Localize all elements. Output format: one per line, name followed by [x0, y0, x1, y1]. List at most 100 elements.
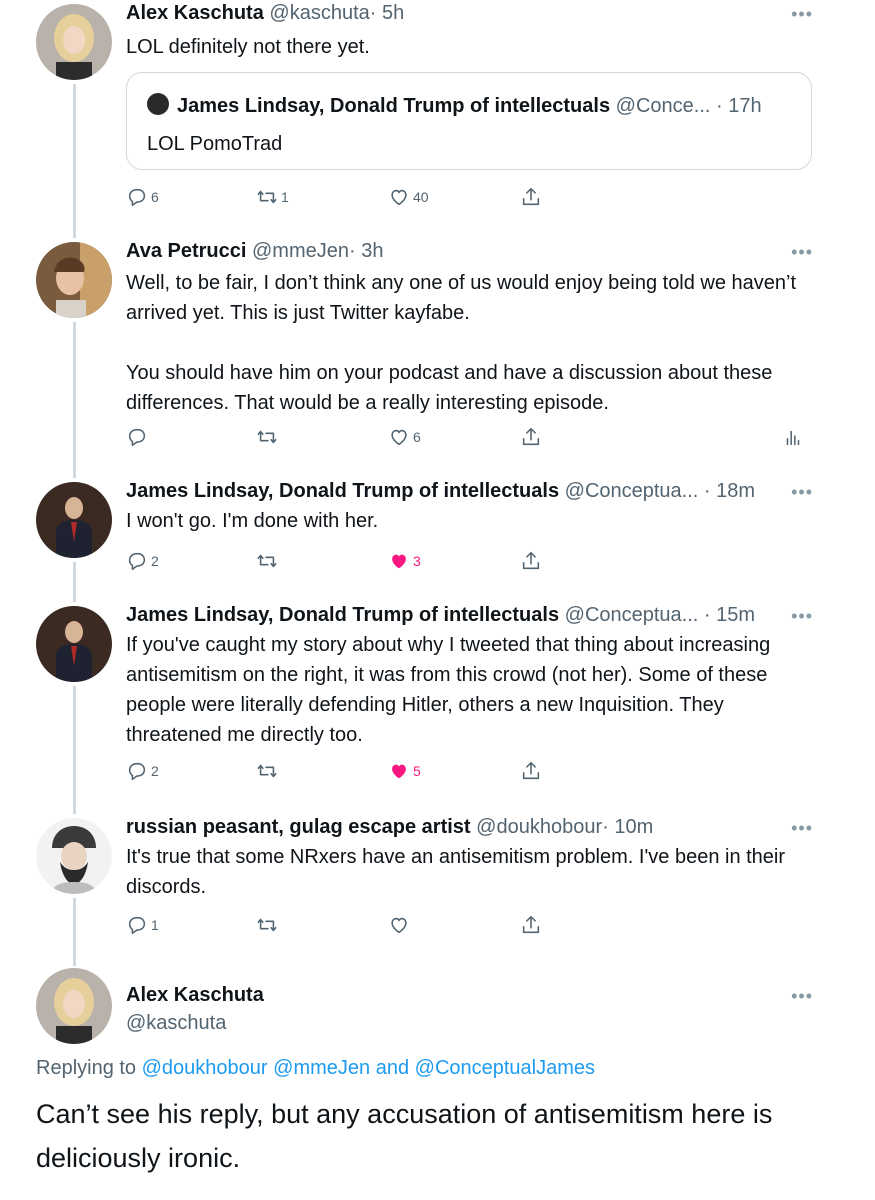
like-count: 3: [413, 553, 421, 569]
replying-label: Replying to: [36, 1057, 137, 1079]
share-button[interactable]: [520, 550, 542, 572]
retweet-button[interactable]: [256, 550, 281, 572]
reply-count: 1: [151, 917, 159, 933]
timestamp[interactable]: · 5h: [370, 2, 404, 24]
reply-icon: [126, 760, 148, 782]
main-tweet-text: Can’t see his reply, but any accusation …: [36, 1099, 773, 1173]
author-name[interactable]: Alex Kaschuta: [126, 984, 264, 1006]
heart-icon: [388, 550, 410, 572]
tweet[interactable]: russian peasant, gulag escape artist @do…: [0, 814, 875, 954]
like-button[interactable]: 3: [388, 550, 421, 572]
timestamp[interactable]: · 15m: [704, 604, 755, 626]
tweet[interactable]: James Lindsay, Donald Trump of intellect…: [0, 602, 875, 802]
retweet-icon: [256, 550, 278, 572]
more-icon[interactable]: •••: [791, 242, 813, 263]
reply-button[interactable]: [126, 426, 151, 448]
heart-icon: [388, 760, 410, 782]
author-handle[interactable]: @kaschuta: [126, 1010, 815, 1036]
reply-count: 6: [151, 189, 159, 205]
tweet[interactable]: Ava Petrucci @mmeJen· 3h Well, to be fai…: [0, 238, 875, 468]
author-name[interactable]: Alex Kaschuta: [126, 2, 264, 24]
analytics-button[interactable]: [782, 426, 804, 448]
avatar: [147, 93, 169, 115]
like-count: 6: [413, 429, 421, 445]
quoted-tweet[interactable]: James Lindsay, Donald Trump of intellect…: [126, 72, 812, 170]
timestamp[interactable]: · 3h: [349, 240, 383, 262]
like-count: 5: [413, 763, 421, 779]
author-name[interactable]: James Lindsay, Donald Trump of intellect…: [126, 480, 559, 502]
mention-and: and: [375, 1057, 410, 1079]
like-button[interactable]: 6: [388, 426, 421, 448]
retweet-button[interactable]: [256, 426, 281, 448]
author-handle[interactable]: @doukhobour: [476, 816, 602, 838]
reply-icon: [126, 426, 148, 448]
share-button[interactable]: [520, 914, 542, 936]
like-button[interactable]: [388, 914, 413, 936]
tweet[interactable]: James Lindsay, Donald Trump of intellect…: [0, 478, 875, 588]
share-icon: [520, 426, 542, 448]
more-icon[interactable]: •••: [791, 606, 813, 627]
tweet-text: If you've caught my story about why I tw…: [126, 634, 771, 746]
retweet-button[interactable]: [256, 760, 281, 782]
heart-icon: [388, 186, 410, 208]
author-handle[interactable]: @kaschuta: [269, 2, 369, 24]
heart-icon: [388, 426, 410, 448]
avatar[interactable]: [36, 482, 112, 558]
more-icon[interactable]: •••: [791, 4, 813, 25]
more-icon[interactable]: •••: [791, 818, 813, 839]
more-icon[interactable]: •••: [791, 986, 813, 1007]
tweet-text: LOL definitely not there yet.: [126, 36, 370, 58]
avatar[interactable]: [36, 4, 112, 80]
share-button[interactable]: [520, 760, 542, 782]
avatar[interactable]: [36, 818, 112, 894]
reply-button[interactable]: 2: [126, 550, 159, 572]
like-button[interactable]: 5: [388, 760, 421, 782]
reply-button[interactable]: 1: [126, 914, 159, 936]
author-name[interactable]: Ava Petrucci: [126, 240, 246, 262]
reply-count: 2: [151, 763, 159, 779]
reply-icon: [126, 186, 148, 208]
avatar[interactable]: [36, 242, 112, 318]
more-icon[interactable]: •••: [791, 482, 813, 503]
tweet-text: I won't go. I'm done with her.: [126, 510, 379, 532]
like-button[interactable]: 40: [388, 186, 429, 208]
heart-icon: [388, 914, 410, 936]
author-handle[interactable]: @Conceptua...: [565, 604, 699, 626]
avatar[interactable]: [36, 606, 112, 682]
mention-link[interactable]: @ConceptualJames: [415, 1057, 595, 1079]
share-button[interactable]: [520, 426, 542, 448]
reply-button[interactable]: 2: [126, 760, 159, 782]
quote-timestamp: · 17h: [716, 95, 762, 117]
analytics-icon: [782, 426, 804, 448]
retweet-button[interactable]: [256, 914, 281, 936]
tweet-text: It's true that some NRxers have an antis…: [126, 846, 786, 898]
share-button[interactable]: [520, 186, 542, 208]
avatar[interactable]: [36, 968, 112, 1044]
timestamp[interactable]: · 10m: [602, 816, 653, 838]
author-handle[interactable]: @Conceptua...: [565, 480, 699, 502]
mention-link[interactable]: @mmeJen: [273, 1057, 370, 1079]
mention-link[interactable]: @doukhobour: [142, 1057, 268, 1079]
tweet-text: Well, to be fair, I don’t think any one …: [126, 272, 797, 414]
share-icon: [520, 186, 542, 208]
author-handle[interactable]: @mmeJen: [252, 240, 349, 262]
quote-author-name: James Lindsay, Donald Trump of intellect…: [177, 95, 611, 117]
main-tweet[interactable]: Alex Kaschuta @kaschuta •••: [0, 968, 875, 1048]
share-icon: [520, 550, 542, 572]
retweet-icon: [256, 186, 278, 208]
share-icon: [520, 914, 542, 936]
retweet-button[interactable]: 1: [256, 186, 289, 208]
tweet[interactable]: Alex Kaschuta @kaschuta· 5h LOL definite…: [0, 0, 875, 230]
reply-button[interactable]: 6: [126, 186, 159, 208]
reply-icon: [126, 550, 148, 572]
author-name[interactable]: russian peasant, gulag escape artist: [126, 816, 471, 838]
share-icon: [520, 760, 542, 782]
retweet-icon: [256, 914, 278, 936]
replying-to: Replying to @doukhobour @mmeJen and @Con…: [36, 1057, 595, 1080]
timestamp[interactable]: · 18m: [704, 480, 755, 502]
like-count: 40: [413, 189, 429, 205]
reply-count: 2: [151, 553, 159, 569]
retweet-icon: [256, 426, 278, 448]
author-name[interactable]: James Lindsay, Donald Trump of intellect…: [126, 604, 559, 626]
quote-text: LOL PomoTrad: [147, 133, 283, 155]
